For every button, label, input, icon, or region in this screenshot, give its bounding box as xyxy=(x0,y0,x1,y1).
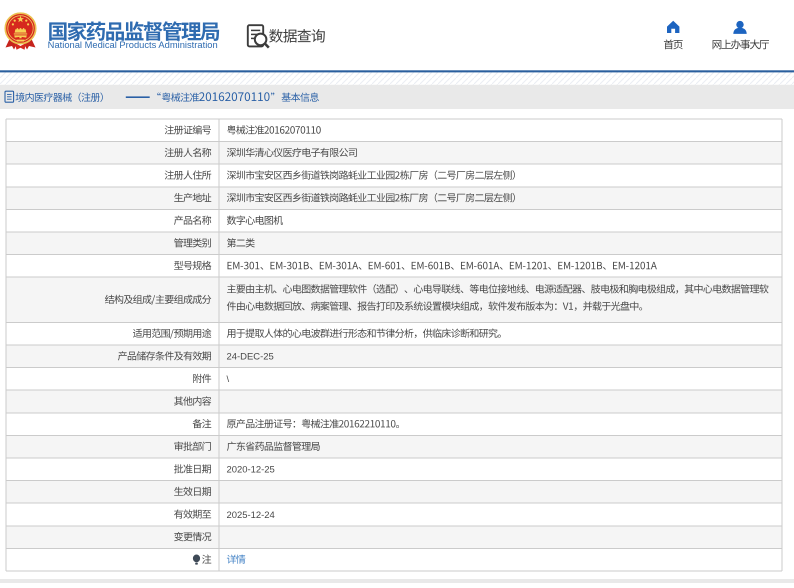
svg-text:2020-12-25: 2020-12-25 xyxy=(227,465,275,476)
svg-text:2025-12-24: 2025-12-24 xyxy=(227,510,275,521)
svg-text:24-DEC-25: 24-DEC-25 xyxy=(227,352,274,363)
svg-text:\: \ xyxy=(227,374,230,385)
svg-text:National Medical Products Admi: National Medical Products Administration xyxy=(48,40,218,50)
